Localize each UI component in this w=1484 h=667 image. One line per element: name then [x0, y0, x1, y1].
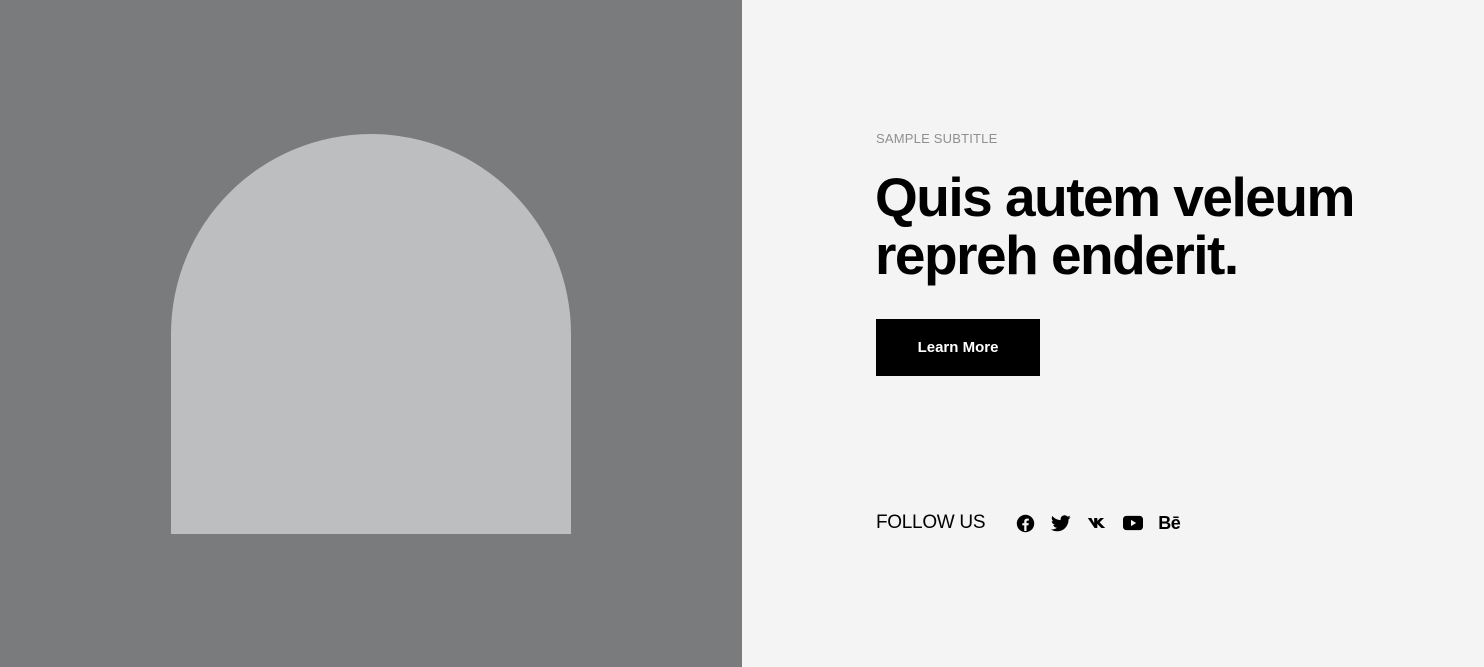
image-panel: [0, 0, 742, 667]
hero-headline: Quis autem veleum repreh enderit.: [875, 166, 1355, 286]
arch-image-placeholder: [171, 134, 571, 534]
content-panel: SAMPLE SUBTITLE Quis autem veleum repreh…: [742, 0, 1484, 667]
social-links: Bē: [1015, 513, 1181, 533]
behance-icon[interactable]: Bē: [1158, 513, 1181, 533]
follow-us-label: FOLLOW US: [876, 512, 986, 533]
facebook-icon[interactable]: [1015, 513, 1035, 533]
youtube-icon[interactable]: [1123, 513, 1144, 533]
follow-us-bar: FOLLOW US Bē: [876, 512, 1181, 534]
learn-more-button[interactable]: Learn More: [876, 319, 1040, 376]
twitter-icon[interactable]: [1051, 513, 1071, 533]
hero-section: SAMPLE SUBTITLE Quis autem veleum repreh…: [0, 0, 1484, 667]
vk-icon[interactable]: [1087, 513, 1107, 533]
hero-subtitle: SAMPLE SUBTITLE: [876, 131, 998, 146]
